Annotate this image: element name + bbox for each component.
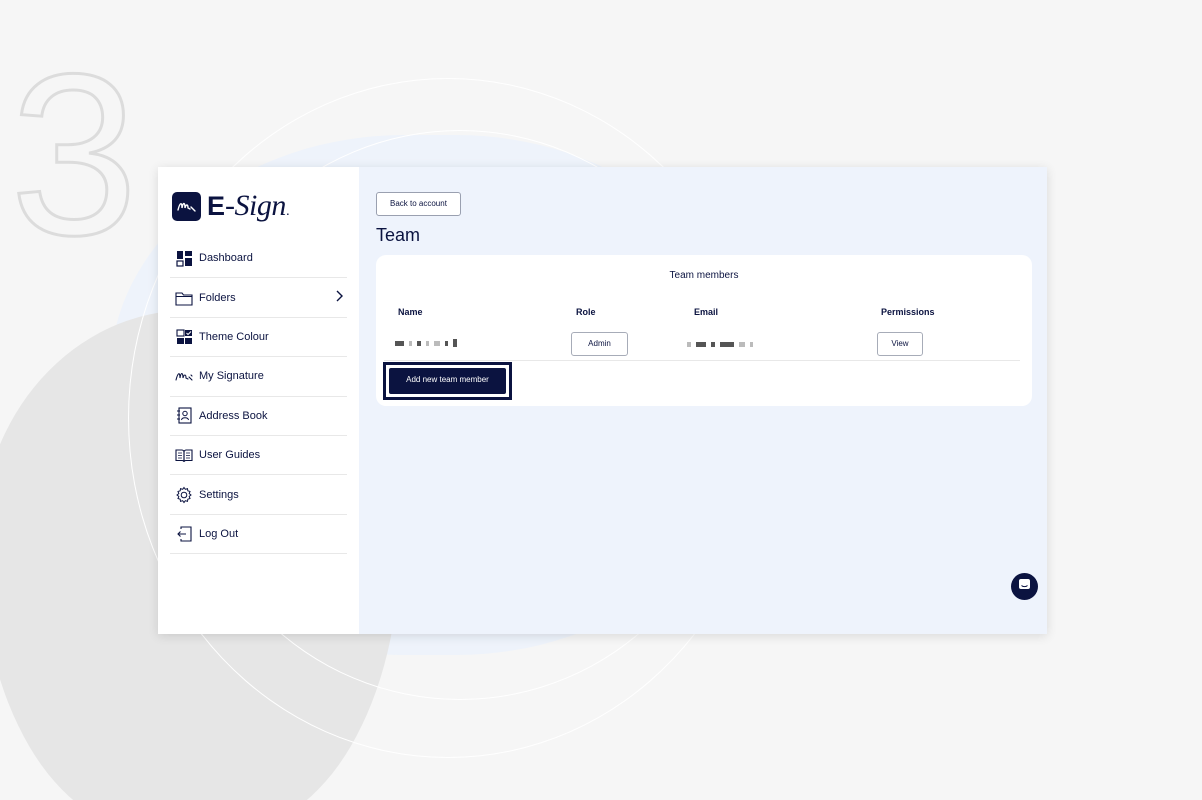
chat-support-button[interactable]	[1011, 573, 1038, 600]
brand-name-script: -Sign	[225, 189, 286, 222]
permissions-view-button[interactable]: View	[877, 332, 923, 356]
theme-icon	[175, 328, 193, 346]
gear-icon	[175, 486, 193, 504]
sidebar-item-theme-colour[interactable]: Theme Colour	[170, 318, 347, 358]
sidebar-item-settings[interactable]: Settings	[170, 475, 347, 515]
sidebar-item-label: Address Book	[199, 409, 268, 422]
sidebar-item-label: Log Out	[199, 527, 239, 540]
back-to-account-button[interactable]: Back to account	[376, 192, 461, 216]
sidebar-item-label: Folders	[199, 291, 236, 304]
add-member-highlight: Add new team member	[383, 362, 512, 400]
sidebar-item-dashboard[interactable]: Dashboard	[170, 239, 347, 279]
folder-icon	[175, 289, 193, 307]
sidebar-item-user-guides[interactable]: User Guides	[170, 436, 347, 476]
dashboard-icon	[175, 249, 193, 267]
brand-name-bold: E	[207, 191, 226, 221]
column-header-permissions: Permissions	[881, 307, 935, 317]
brand-name: E -Sign .	[207, 189, 290, 223]
sidebar-item-label: Settings	[199, 488, 239, 501]
signature-icon	[175, 367, 193, 385]
redacted-name	[395, 339, 457, 347]
chat-icon	[1018, 578, 1031, 596]
sidebar-item-my-signature[interactable]: My Signature	[170, 357, 347, 397]
brand-name-dot: .	[285, 202, 290, 218]
team-members-card: Team members Name Role Email Permissions…	[376, 255, 1032, 406]
column-header-name: Name	[398, 307, 423, 317]
app-window: E -Sign . Dashboard Folders Theme Colour…	[158, 167, 1047, 634]
row-divider	[384, 360, 1020, 361]
brand-logo[interactable]: E -Sign .	[172, 187, 347, 225]
address-book-icon	[175, 407, 193, 425]
column-header-role: Role	[576, 307, 596, 317]
main-content: Back to account Team Team members Name R…	[359, 167, 1047, 634]
sidebar-item-label: Theme Colour	[199, 330, 269, 343]
sidebar-item-label: Dashboard	[199, 252, 253, 265]
chevron-right-icon[interactable]	[335, 289, 343, 307]
card-title: Team members	[669, 270, 739, 281]
sidebar-item-label: User Guides	[199, 449, 261, 462]
add-new-team-member-button[interactable]: Add new team member	[389, 368, 506, 394]
signature-logo-icon	[172, 191, 201, 221]
sidebar-item-log-out[interactable]: Log Out	[170, 515, 347, 555]
step-number: 3	[9, 26, 140, 283]
logout-icon	[175, 525, 193, 543]
sidebar-item-label: My Signature	[199, 370, 264, 383]
sidebar-item-folders[interactable]: Folders	[170, 278, 347, 318]
role-admin-button[interactable]: Admin	[571, 332, 628, 356]
book-icon	[175, 446, 193, 464]
page-title: Team	[376, 225, 421, 245]
sidebar-item-address-book[interactable]: Address Book	[170, 397, 347, 436]
redacted-email	[687, 341, 753, 347]
sidebar: E -Sign . Dashboard Folders Theme Colour…	[158, 167, 359, 634]
column-header-email: Email	[694, 307, 719, 317]
